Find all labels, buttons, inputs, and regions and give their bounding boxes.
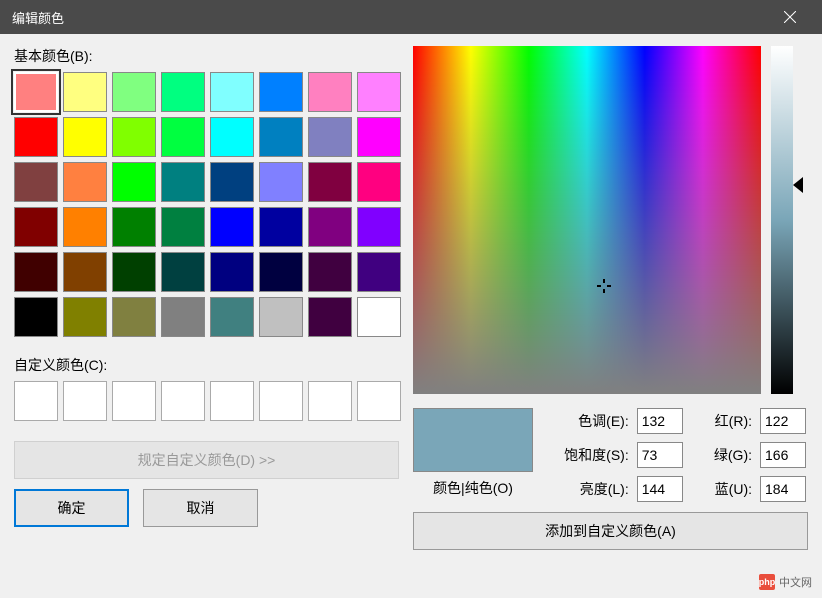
basic-color-swatch[interactable] bbox=[161, 162, 205, 202]
basic-color-swatch[interactable] bbox=[308, 252, 352, 292]
basic-color-swatch[interactable] bbox=[14, 252, 58, 292]
basic-color-swatch[interactable] bbox=[161, 117, 205, 157]
watermark-logo: php 中文网 bbox=[759, 574, 812, 590]
ok-button[interactable]: 确定 bbox=[14, 489, 129, 527]
title-bar: 编辑颜色 bbox=[0, 0, 822, 34]
basic-color-swatch[interactable] bbox=[357, 117, 401, 157]
add-custom-button[interactable]: 添加到自定义颜色(A) bbox=[413, 512, 808, 550]
basic-color-swatch[interactable] bbox=[210, 297, 254, 337]
basic-color-swatch[interactable] bbox=[357, 297, 401, 337]
basic-color-swatch[interactable] bbox=[63, 117, 107, 157]
basic-color-swatch[interactable] bbox=[357, 207, 401, 247]
custom-color-swatch[interactable] bbox=[161, 381, 205, 421]
basic-color-swatch[interactable] bbox=[357, 162, 401, 202]
basic-color-swatch[interactable] bbox=[210, 72, 254, 112]
cancel-button[interactable]: 取消 bbox=[143, 489, 258, 527]
close-button[interactable] bbox=[770, 0, 810, 34]
basic-color-swatch[interactable] bbox=[14, 162, 58, 202]
basic-colors-grid bbox=[14, 72, 399, 337]
red-label: 红(R): bbox=[693, 411, 752, 431]
custom-color-swatch[interactable] bbox=[210, 381, 254, 421]
green-label: 绿(G): bbox=[693, 445, 752, 465]
watermark-text: 中文网 bbox=[779, 574, 812, 590]
basic-color-swatch[interactable] bbox=[259, 72, 303, 112]
custom-color-swatch[interactable] bbox=[308, 381, 352, 421]
lum-input[interactable] bbox=[637, 476, 683, 502]
basic-color-swatch[interactable] bbox=[308, 162, 352, 202]
basic-color-swatch[interactable] bbox=[259, 297, 303, 337]
basic-color-swatch[interactable] bbox=[112, 117, 156, 157]
blue-input[interactable] bbox=[760, 476, 806, 502]
basic-colors-label: 基本颜色(B): bbox=[14, 46, 399, 66]
basic-color-swatch[interactable] bbox=[14, 207, 58, 247]
basic-color-swatch[interactable] bbox=[63, 297, 107, 337]
window-title: 编辑颜色 bbox=[12, 8, 770, 27]
lum-label: 亮度(L): bbox=[543, 479, 629, 499]
basic-color-swatch[interactable] bbox=[112, 207, 156, 247]
basic-color-swatch[interactable] bbox=[161, 297, 205, 337]
basic-color-swatch[interactable] bbox=[112, 252, 156, 292]
basic-color-swatch[interactable] bbox=[161, 72, 205, 112]
basic-color-swatch[interactable] bbox=[357, 252, 401, 292]
basic-color-swatch[interactable] bbox=[308, 72, 352, 112]
define-custom-button: 规定自定义颜色(D) >> bbox=[14, 441, 399, 479]
basic-color-swatch[interactable] bbox=[112, 72, 156, 112]
basic-color-swatch[interactable] bbox=[63, 207, 107, 247]
basic-color-swatch[interactable] bbox=[161, 252, 205, 292]
color-preview bbox=[413, 408, 533, 472]
basic-color-swatch[interactable] bbox=[308, 117, 352, 157]
basic-color-swatch[interactable] bbox=[308, 297, 352, 337]
custom-color-swatch[interactable] bbox=[14, 381, 58, 421]
blue-label: 蓝(U): bbox=[693, 479, 752, 499]
luminance-indicator-icon bbox=[793, 177, 803, 193]
custom-color-swatch[interactable] bbox=[112, 381, 156, 421]
red-input[interactable] bbox=[760, 408, 806, 434]
basic-color-swatch[interactable] bbox=[161, 207, 205, 247]
sat-label: 饱和度(S): bbox=[543, 445, 629, 465]
saturation-overlay bbox=[413, 46, 761, 394]
custom-color-swatch[interactable] bbox=[357, 381, 401, 421]
basic-color-swatch[interactable] bbox=[14, 72, 58, 112]
basic-color-swatch[interactable] bbox=[14, 117, 58, 157]
color-solid-label: 颜色|纯色(O) bbox=[413, 478, 533, 498]
basic-color-swatch[interactable] bbox=[259, 207, 303, 247]
custom-color-swatch[interactable] bbox=[63, 381, 107, 421]
custom-colors-grid bbox=[14, 381, 399, 421]
basic-color-swatch[interactable] bbox=[259, 117, 303, 157]
basic-color-swatch[interactable] bbox=[210, 117, 254, 157]
luminance-slider[interactable] bbox=[771, 46, 793, 394]
custom-colors-label: 自定义颜色(C): bbox=[14, 355, 399, 375]
color-field[interactable] bbox=[413, 46, 761, 394]
basic-color-swatch[interactable] bbox=[14, 297, 58, 337]
custom-color-swatch[interactable] bbox=[259, 381, 303, 421]
hue-input[interactable] bbox=[637, 408, 683, 434]
basic-color-swatch[interactable] bbox=[63, 72, 107, 112]
basic-color-swatch[interactable] bbox=[112, 162, 156, 202]
basic-color-swatch[interactable] bbox=[210, 162, 254, 202]
hue-label: 色调(E): bbox=[543, 411, 629, 431]
basic-color-swatch[interactable] bbox=[259, 252, 303, 292]
basic-color-swatch[interactable] bbox=[112, 297, 156, 337]
basic-color-swatch[interactable] bbox=[63, 162, 107, 202]
basic-color-swatch[interactable] bbox=[259, 162, 303, 202]
basic-color-swatch[interactable] bbox=[210, 207, 254, 247]
basic-color-swatch[interactable] bbox=[357, 72, 401, 112]
basic-color-swatch[interactable] bbox=[63, 252, 107, 292]
close-icon bbox=[784, 11, 796, 23]
sat-input[interactable] bbox=[637, 442, 683, 468]
php-icon: php bbox=[759, 574, 775, 590]
basic-color-swatch[interactable] bbox=[210, 252, 254, 292]
green-input[interactable] bbox=[760, 442, 806, 468]
basic-color-swatch[interactable] bbox=[308, 207, 352, 247]
